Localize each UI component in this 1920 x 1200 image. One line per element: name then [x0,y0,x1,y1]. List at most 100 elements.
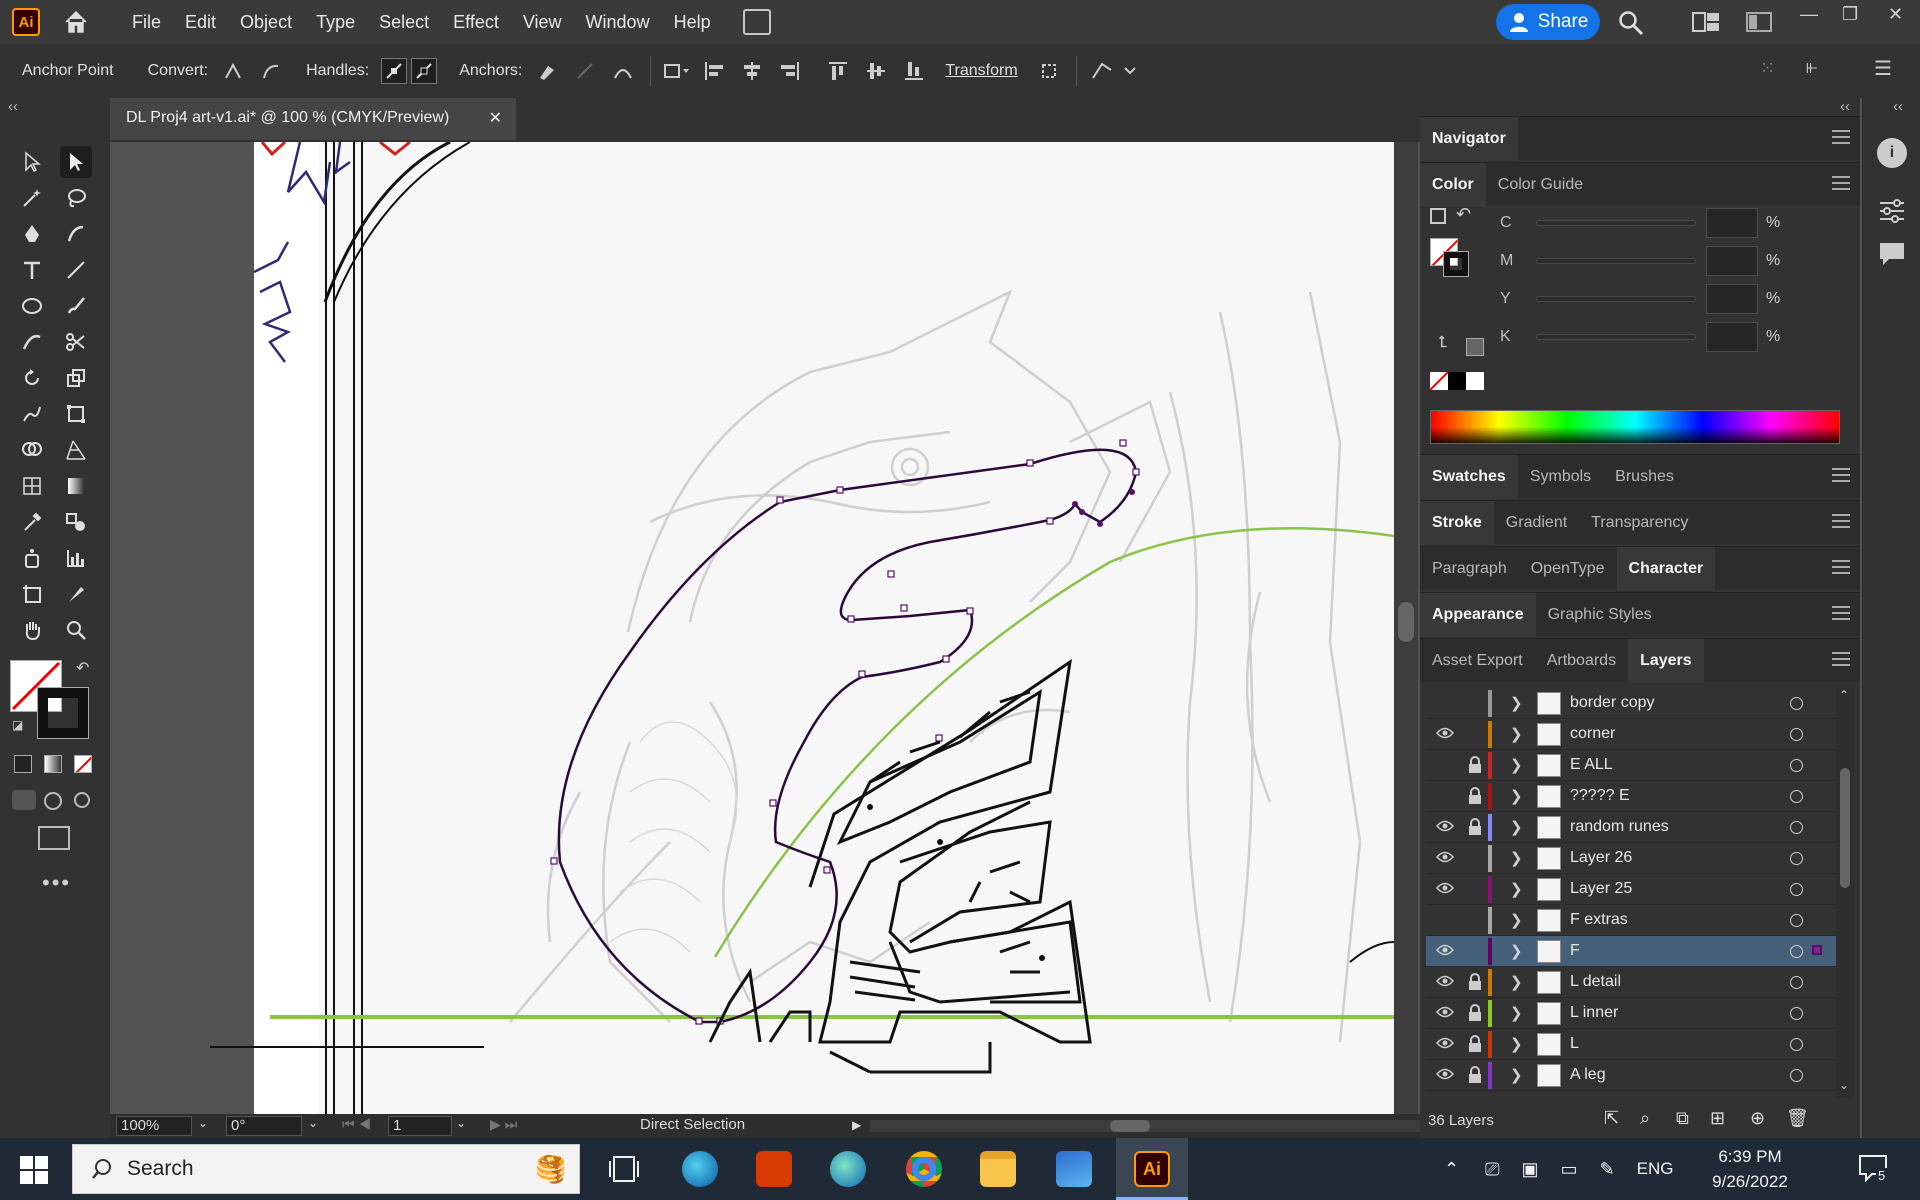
more-tools-icon[interactable]: ••• [42,870,71,896]
comments-icon[interactable] [1877,240,1907,268]
yellow-value[interactable] [1706,284,1758,314]
panel-menu-icon[interactable] [1832,652,1850,666]
gradient-tool-icon[interactable] [60,470,92,502]
rotation-field[interactable]: 0° [226,1116,302,1136]
edge-icon[interactable] [682,1151,718,1187]
lock-toggle[interactable] [1468,725,1482,743]
chevron-down-icon[interactable] [1117,58,1143,84]
language-indicator[interactable]: ENG [1637,1159,1674,1179]
paintbrush-icon[interactable] [60,290,92,322]
distribute-icon[interactable]: ⫦ [1806,56,1817,79]
gradient-mode-icon[interactable] [44,755,62,773]
panel-stroke-swatch[interactable] [1443,251,1469,277]
panel-menu-icon[interactable] [1832,514,1850,528]
zoom-tool-icon[interactable] [60,614,92,646]
magenta-value[interactable] [1706,246,1758,276]
warp-tool-icon[interactable] [16,398,48,430]
connect-anchors-icon[interactable] [572,58,598,84]
close-window-icon[interactable]: ✕ [1888,4,1903,25]
office-icon[interactable] [756,1151,792,1187]
visibility-eye-icon[interactable] [1436,1067,1454,1081]
illustrator-taskbar-icon[interactable]: Ai [1134,1151,1170,1187]
align-center-icon[interactable] [739,58,765,84]
color-spectrum[interactable] [1430,410,1840,444]
artboard-nav-icon[interactable]: ⏮ ◀ [342,1116,371,1133]
swap-colors-icon[interactable]: ↶ [1456,204,1471,225]
menu-view[interactable]: View [511,0,574,44]
convert-corner-icon[interactable] [220,58,246,84]
layers-scrollbar[interactable]: ⌃ ⌄ [1836,688,1854,1098]
black-color-swatch[interactable] [1448,372,1466,390]
draw-behind-icon[interactable] [44,792,62,810]
delete-layer-icon[interactable]: 🗑 [1786,1108,1809,1129]
tab-paragraph[interactable]: Paragraph [1420,547,1519,591]
lock-toggle[interactable] [1468,849,1482,867]
chrome-icon[interactable] [906,1151,942,1187]
convert-smooth-icon[interactable] [258,58,284,84]
out-of-gamut-icon[interactable]: ⮤ [1438,334,1447,352]
layer-row[interactable]: ❯ L inner [1426,998,1836,1029]
stroke-swatch[interactable] [37,687,89,739]
lock-icon[interactable] [1468,787,1482,805]
pen-icon[interactable]: ✎ [1600,1159,1615,1180]
tab-character[interactable]: Character [1616,546,1716,591]
export-icon[interactable]: ⇱ [1604,1108,1619,1129]
draw-inside-icon[interactable] [74,792,90,808]
new-sublayer-icon[interactable]: ⊞ [1710,1108,1725,1129]
task-view-icon[interactable] [606,1151,642,1187]
pen-tool-icon[interactable] [16,218,48,250]
canvas[interactable] [110,142,1394,1114]
none-mode-icon[interactable] [74,755,92,773]
tab-color-guide[interactable]: Color Guide [1486,163,1595,207]
layer-row[interactable]: ❯ E ALL [1426,750,1836,781]
swap-fill-stroke-icon[interactable]: ↶ [76,658,89,678]
workspace-switcher-icon[interactable] [1692,10,1720,34]
direct-selection-tool-icon[interactable] [60,146,92,178]
control-menu-icon[interactable]: ☰ [1874,56,1892,81]
layer-row[interactable]: ❯ Layer 25 [1426,874,1836,905]
tab-appearance[interactable]: Appearance [1420,592,1536,637]
cyan-slider[interactable]: C% [1500,208,1850,238]
yellow-slider[interactable]: Y% [1500,284,1850,314]
layer-row[interactable]: ❯ L [1426,1029,1836,1060]
color-mode-icon[interactable] [14,755,32,773]
lock-toggle[interactable] [1468,911,1482,929]
tab-graphic-styles[interactable]: Graphic Styles [1536,593,1664,637]
menu-file[interactable]: File [120,0,173,44]
perspective-grid-icon[interactable] [60,434,92,466]
align-left-icon[interactable] [701,58,727,84]
expand-strip-icon[interactable]: ‹‹ [1893,98,1903,115]
artboard-field[interactable]: 1 [388,1116,452,1136]
scroll-thumb[interactable] [1110,1120,1150,1132]
scale-tool-icon[interactable] [60,362,92,394]
expand-layer-icon[interactable]: ❯ [1510,880,1523,898]
panel-menu-icon[interactable] [1832,560,1850,574]
rotate-tool-icon[interactable] [16,362,48,394]
panel-menu-icon[interactable] [1832,130,1850,144]
artboard-next-icon[interactable]: ▶ ⏭ [490,1116,517,1133]
target-circle-icon[interactable] [1790,821,1803,834]
scissors-icon[interactable] [60,326,92,358]
default-colors-icon[interactable] [1430,208,1446,224]
panel-menu-icon[interactable] [1832,606,1850,620]
panel-layout-icon[interactable] [1746,10,1772,34]
expand-layer-icon[interactable]: ❯ [1510,787,1523,805]
tab-artboards[interactable]: Artboards [1535,639,1628,683]
lock-icon[interactable] [1468,1004,1482,1022]
magenta-slider[interactable]: M% [1500,246,1850,276]
lock-toggle[interactable] [1468,942,1482,960]
home-icon[interactable] [62,8,90,36]
curvature-tool-icon[interactable] [60,218,92,250]
draw-normal-icon[interactable] [12,790,36,810]
cut-path-icon[interactable] [610,58,636,84]
scroll-down-icon[interactable]: ⌄ [1839,1078,1849,1092]
target-circle-icon[interactable] [1790,883,1803,896]
expand-panels-icon[interactable]: ‹‹ [1840,98,1850,115]
target-circle-icon[interactable] [1790,1038,1803,1051]
visibility-toggle[interactable] [1436,912,1454,926]
visibility-eye-icon[interactable] [1436,1005,1454,1019]
align-top-icon[interactable] [825,58,851,84]
rotation-dropdown-icon[interactable]: ⌄ [308,1116,318,1130]
zoom-field[interactable]: 100% [116,1116,192,1136]
visibility-eye-icon[interactable] [1436,974,1454,988]
